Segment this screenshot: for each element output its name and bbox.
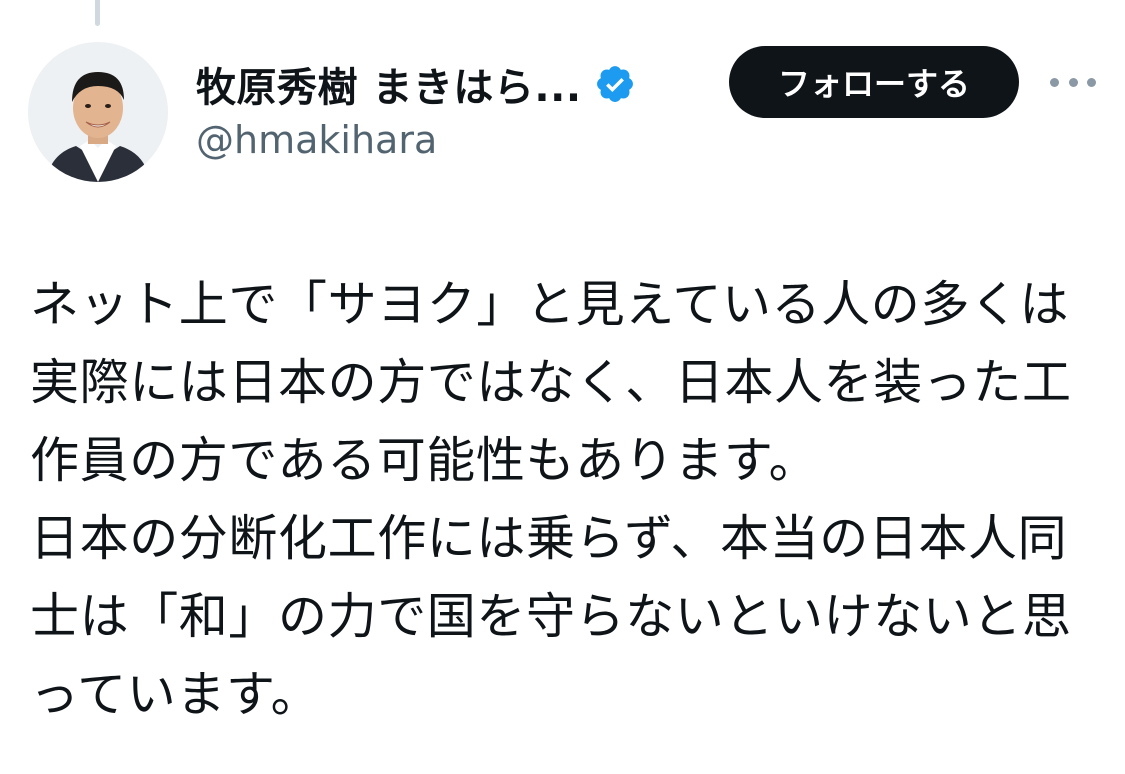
profile-photo-icon xyxy=(28,42,168,182)
avatar[interactable] xyxy=(28,42,168,182)
more-dot xyxy=(1087,77,1096,87)
verified-badge-icon[interactable] xyxy=(594,63,636,105)
more-dot xyxy=(1050,77,1059,87)
more-dot xyxy=(1068,77,1078,87)
tweet-text-line: っています。 xyxy=(30,666,321,723)
thread-connector-line xyxy=(95,0,100,26)
tweet-text-line: 作員の方である可能性もあります。 xyxy=(30,432,819,489)
tweet-text: ネット上で「サヨク」と見えている人の多くは 実際には日本の方ではなく、日本人を装… xyxy=(30,266,1100,734)
tweet-text-line: 士は「和」の力で国を守らないといけないと思 xyxy=(30,588,1072,645)
author-handle[interactable]: @hmakihara xyxy=(196,118,437,162)
follow-button[interactable]: フォローする xyxy=(729,46,1019,118)
author-name-row: 牧原秀樹 まきはら... xyxy=(196,52,636,116)
author-display-name[interactable]: 牧原秀樹 まきはら... xyxy=(196,55,582,113)
tweet-text-line: 実際には日本の方ではなく、日本人を装った工 xyxy=(30,354,1072,411)
tweet-text-line: 日本の分断化工作には乗らず、本当の日本人同 xyxy=(30,510,1068,567)
tweet-text-line: ネット上で「サヨク」と見えている人の多くは xyxy=(30,276,1070,333)
ellipsis-horizontal-icon[interactable] xyxy=(1050,70,1096,94)
